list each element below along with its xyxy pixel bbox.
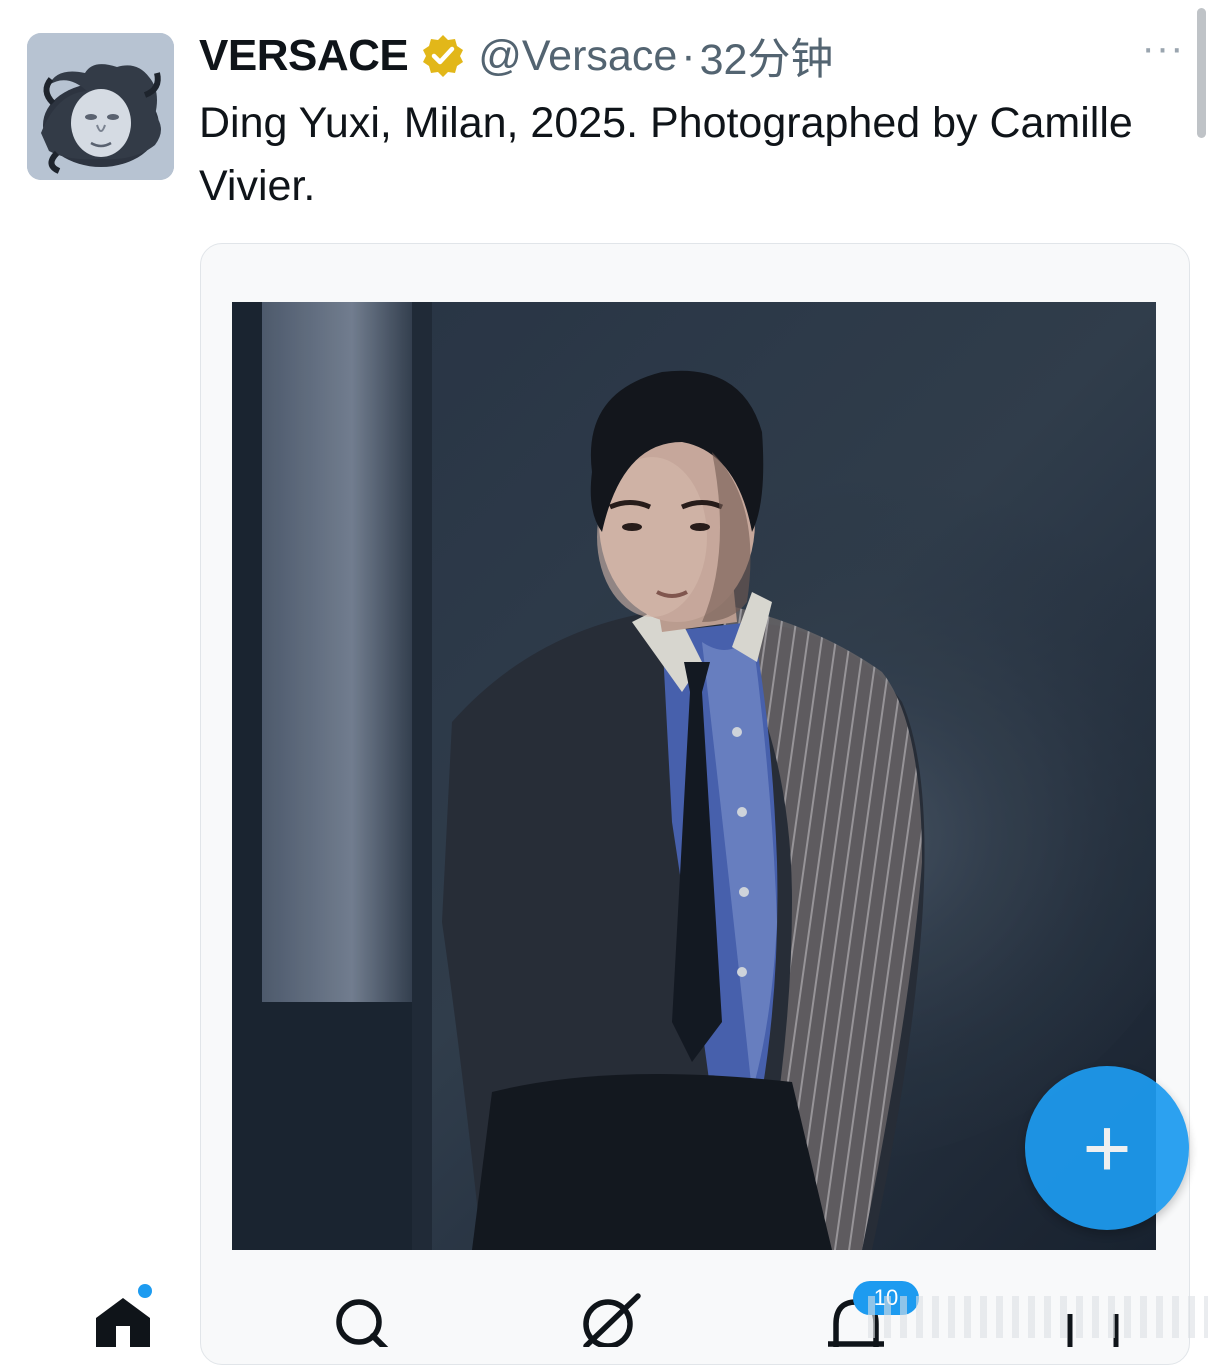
medusa-logo-icon	[27, 33, 174, 180]
timestamp[interactable]: 32分钟	[700, 25, 834, 87]
separator-dot: ·	[681, 31, 696, 80]
watermark	[868, 1296, 1208, 1338]
plus-icon: +	[1082, 1101, 1132, 1195]
avatar[interactable]	[27, 33, 174, 180]
tweet-text: Ding Yuxi, Milan, 2025. Photographed by …	[199, 99, 1133, 210]
home-icon[interactable]	[92, 1296, 154, 1347]
home-notification-dot	[138, 1284, 152, 1298]
search-icon[interactable]	[333, 1298, 393, 1347]
tweet-photo[interactable]	[232, 302, 1156, 1250]
handle[interactable]: @Versace	[478, 32, 677, 81]
scrollbar[interactable]	[1197, 8, 1206, 138]
tweet-header: VERSACE @Versace · 32分钟	[199, 28, 833, 84]
more-options-icon[interactable]: ···	[1140, 28, 1186, 74]
display-name[interactable]: VERSACE	[199, 31, 409, 81]
verified-badge-icon	[423, 35, 464, 77]
grok-icon[interactable]	[578, 1292, 642, 1347]
portrait-image	[232, 302, 1156, 1250]
compose-button[interactable]: +	[1025, 1066, 1189, 1230]
